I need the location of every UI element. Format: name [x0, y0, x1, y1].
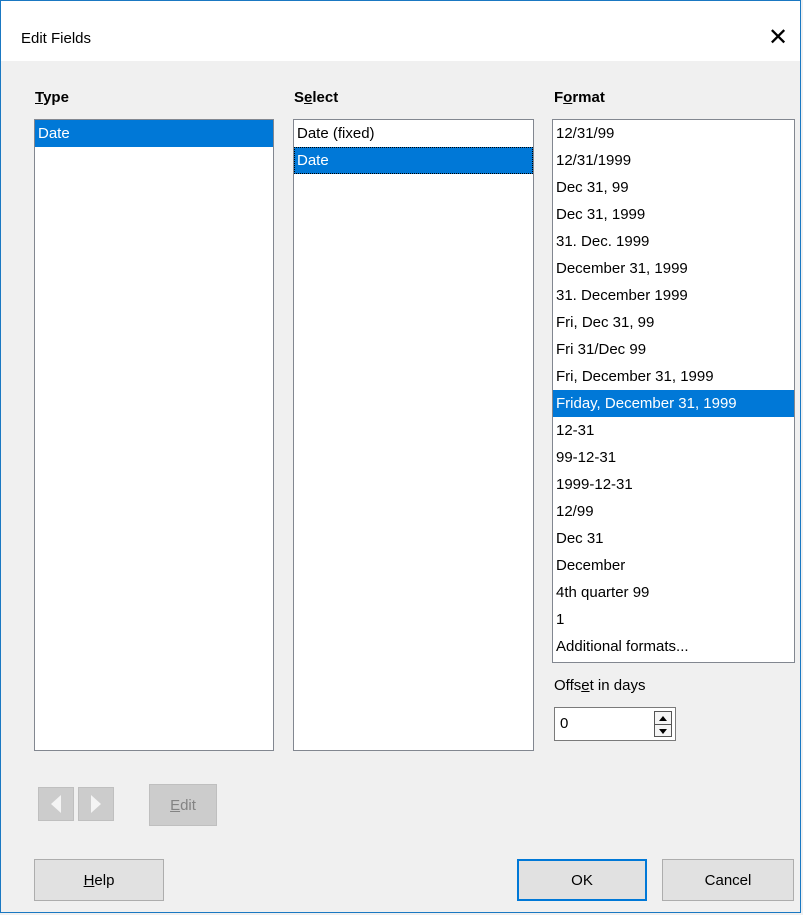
offset-days-label: Offset in days — [554, 677, 646, 694]
format-list-item[interactable]: 12/99 — [553, 498, 794, 525]
cancel-button[interactable]: Cancel — [662, 859, 794, 901]
type-listbox[interactable]: Date — [34, 119, 274, 751]
offset-days-spinbox[interactable]: 0 — [554, 707, 676, 741]
select-list-item[interactable]: Date — [294, 147, 533, 174]
format-list-item[interactable]: Fri, December 31, 1999 — [553, 363, 794, 390]
format-list-item[interactable]: December 31, 1999 — [553, 255, 794, 282]
next-button[interactable] — [78, 787, 114, 821]
previous-button[interactable] — [38, 787, 74, 821]
spin-down-button[interactable] — [655, 725, 671, 737]
dialog-title: Edit Fields — [21, 30, 92, 47]
format-list-item[interactable]: December — [553, 552, 794, 579]
format-list-item[interactable]: 1999-12-31 — [553, 471, 794, 498]
ok-button[interactable]: OK — [517, 859, 647, 901]
format-listbox[interactable]: 12/31/99 12/31/1999 Dec 31, 99 Dec 31, 1999… — [552, 119, 795, 663]
format-list-item[interactable]: 31. Dec. 1999 — [553, 228, 794, 255]
format-list-item[interactable]: 4th quarter 99 — [553, 579, 794, 606]
format-list-item[interactable]: Fri, Dec 31, 99 — [553, 309, 794, 336]
close-icon[interactable]: ✕ — [756, 18, 800, 58]
format-list-item[interactable]: Additional formats... — [553, 633, 794, 660]
format-list-item[interactable]: Dec 31, 1999 — [553, 201, 794, 228]
format-list-item[interactable]: 12/31/99 — [553, 120, 794, 147]
format-list-item[interactable]: 31. December 1999 — [553, 282, 794, 309]
format-label: Format — [554, 89, 605, 106]
left-arrow-icon — [51, 795, 61, 813]
edit-fields-dialog: Edit Fields ✕ Type Date Select Date (fix… — [0, 0, 801, 913]
edit-button[interactable]: Edit — [149, 784, 217, 826]
title-bar: Edit Fields ✕ — [1, 1, 800, 61]
format-list-item[interactable]: 12/31/1999 — [553, 147, 794, 174]
select-list-item[interactable]: Date (fixed) — [294, 120, 533, 147]
format-list-item[interactable]: Fri 31/Dec 99 — [553, 336, 794, 363]
select-listbox[interactable]: Date (fixed) Date — [293, 119, 534, 751]
spin-up-button[interactable] — [655, 712, 671, 725]
spin-buttons — [654, 711, 672, 737]
offset-days-value[interactable]: 0 — [560, 715, 568, 732]
up-arrow-icon — [659, 715, 667, 721]
right-arrow-icon — [91, 795, 101, 813]
format-list-item[interactable]: Dec 31, 99 — [553, 174, 794, 201]
format-list-item[interactable]: 1 — [553, 606, 794, 633]
format-list-item[interactable]: 12-31 — [553, 417, 794, 444]
select-label: Select — [294, 89, 339, 106]
format-list-item[interactable]: 99-12-31 — [553, 444, 794, 471]
type-list-item[interactable]: Date — [35, 120, 273, 147]
format-list-item[interactable]: Dec 31 — [553, 525, 794, 552]
help-button[interactable]: Help — [34, 859, 164, 901]
type-label: Type — [35, 89, 69, 106]
down-arrow-icon — [659, 728, 667, 734]
format-list-item[interactable]: Friday, December 31, 1999 — [553, 390, 794, 417]
